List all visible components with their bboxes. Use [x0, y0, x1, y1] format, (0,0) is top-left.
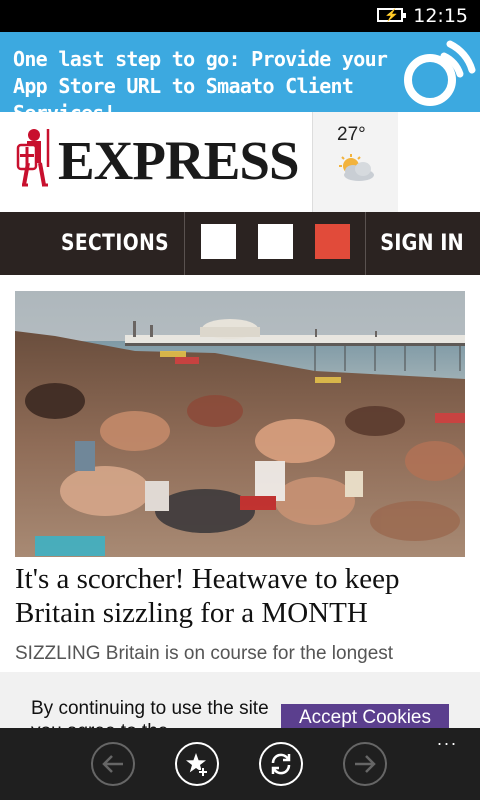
beach-photo	[15, 291, 465, 557]
cookie-message: By continuing to use the site you agree …	[31, 698, 269, 728]
weather-widget[interactable]: 27°	[312, 112, 399, 212]
forward-arrow-icon	[355, 755, 376, 773]
theme-square-white-2[interactable]	[258, 224, 293, 259]
favorites-button[interactable]	[175, 742, 219, 786]
temperature: 27°	[337, 124, 366, 145]
browser-app-bar: ...	[0, 728, 480, 800]
smaato-logo-icon	[404, 40, 476, 106]
charging-icon: ⚡	[384, 8, 399, 22]
accept-cookies-button[interactable]: Accept Cookies	[281, 704, 449, 728]
status-bar: ⚡ 12:15	[0, 0, 480, 32]
refresh-button[interactable]	[259, 742, 303, 786]
theme-square-white-1[interactable]	[201, 224, 236, 259]
refresh-icon	[271, 753, 291, 775]
sign-in-button[interactable]: SIGN IN	[374, 212, 469, 275]
back-button[interactable]	[91, 742, 135, 786]
cookie-banner: By continuing to use the site you agree …	[0, 672, 480, 728]
navigation-bar: SECTIONS SIGN IN	[0, 212, 480, 275]
masthead-slot	[398, 112, 480, 212]
sun-cloud-icon	[339, 154, 374, 181]
back-arrow-icon	[102, 755, 123, 773]
crusader-knight-icon	[16, 129, 50, 187]
more-options-button[interactable]: ...	[437, 730, 458, 748]
nav-divider	[184, 212, 185, 275]
theme-square-red[interactable]	[315, 224, 350, 259]
clock: 12:15	[413, 5, 468, 27]
favorites-star-icon	[186, 753, 208, 777]
article-standfirst: SIZZLING Britain is on course for the lo…	[15, 643, 394, 664]
article-headline[interactable]: It's a scorcher! Heatwave to keep Britai…	[15, 562, 470, 630]
express-logo[interactable]: EXPRESS	[0, 112, 312, 212]
sections-button[interactable]: SECTIONS	[56, 212, 173, 275]
masthead: EXPRESS 27°	[0, 112, 480, 213]
ad-banner[interactable]: One last step to go: Provide your App St…	[0, 32, 480, 125]
article-image[interactable]	[15, 291, 465, 557]
forward-button[interactable]	[343, 742, 387, 786]
logo-wordmark: EXPRESS	[58, 130, 300, 191]
nav-divider	[365, 212, 366, 275]
